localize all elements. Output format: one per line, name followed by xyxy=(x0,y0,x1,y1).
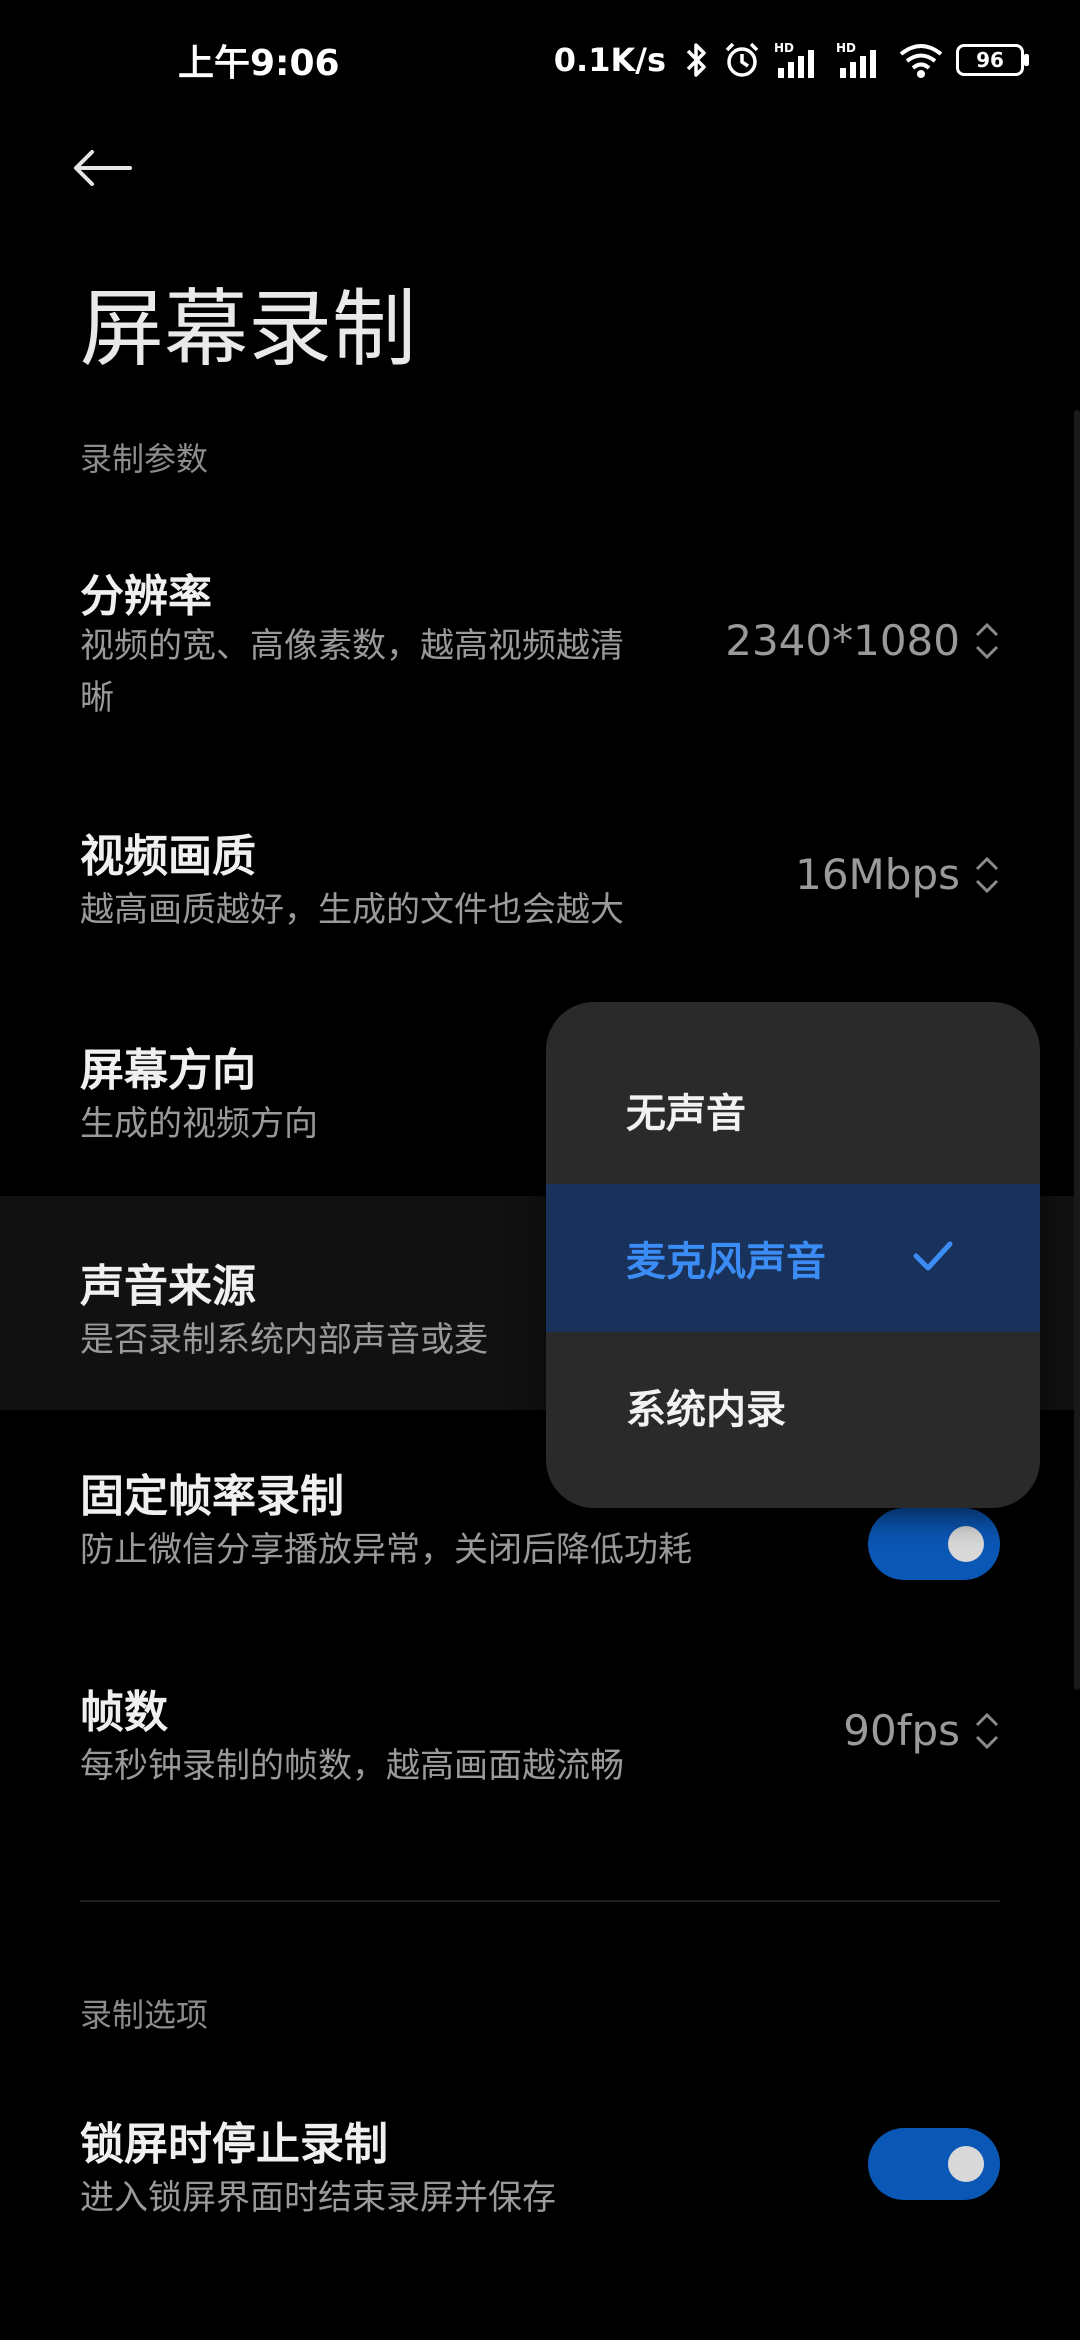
popup-option-label: 无声音 xyxy=(626,1091,746,1137)
section-title-params: 录制参数 xyxy=(80,440,209,478)
row-title: 固定帧率录制 xyxy=(80,1471,344,1522)
popup-option-label: 麦克风声音 xyxy=(626,1239,826,1285)
row-fps[interactable]: 帧数 每秒钟录制的帧数，越高画面越流畅 90fps xyxy=(0,1676,1080,1836)
quality-value: 16Mbps xyxy=(795,850,960,899)
row-value[interactable]: 90fps xyxy=(843,1706,1000,1755)
row-value[interactable]: 16Mbps xyxy=(795,850,1000,899)
bluetooth-icon xyxy=(686,43,706,77)
wifi-icon xyxy=(899,44,943,78)
signal-hd-icon: HD xyxy=(774,41,814,78)
row-lock-stop[interactable]: 锁屏时停止录制 进入锁屏界面时结束录屏并保存 xyxy=(0,2108,1080,2268)
svg-text:HD: HD xyxy=(774,41,794,55)
row-title: 锁屏时停止录制 xyxy=(80,2119,388,2170)
row-desc: 越高画质越好，生成的文件也会越大 xyxy=(80,890,624,930)
row-title: 屏幕方向 xyxy=(80,1045,256,1096)
row-title: 视频画质 xyxy=(80,831,256,882)
signal-hd-icon: HD xyxy=(836,41,876,78)
row-desc: 进入锁屏界面时结束录屏并保存 xyxy=(80,2178,556,2218)
popup-option-label: 系统内录 xyxy=(626,1387,786,1433)
fps-value: 90fps xyxy=(843,1706,960,1755)
section-divider xyxy=(80,1900,1000,1902)
row-title: 声音来源 xyxy=(80,1261,256,1312)
check-icon xyxy=(913,1241,953,1271)
section-title-options: 录制选项 xyxy=(80,1996,209,2034)
scrollbar[interactable] xyxy=(1074,410,1080,1690)
back-arrow-icon xyxy=(74,150,132,186)
row-desc-line1: 视频的宽、高像素数，越高视频越清 xyxy=(80,626,624,666)
row-desc: 每秒钟录制的帧数，越高画面越流畅 xyxy=(80,1746,624,1786)
row-value[interactable]: 2340*1080 xyxy=(725,616,1000,665)
row-desc: 防止微信分享播放异常，关闭后降低功耗 xyxy=(80,1530,692,1570)
audio-source-popup: 无声音 麦克风声音 系统内录 xyxy=(546,1002,1040,1508)
row-desc: 视频的宽、高像素数，越高视频越清 晰 xyxy=(80,620,624,724)
status-bar: 上午9:06 0.1K/s HD HD 96 xyxy=(0,0,1080,120)
alarm-icon xyxy=(725,42,759,77)
fixed-fps-toggle[interactable] xyxy=(868,1508,1000,1580)
toggle-knob xyxy=(948,2146,984,2182)
battery-icon: 96 xyxy=(956,44,1029,76)
row-title: 分辨率 xyxy=(80,571,212,622)
network-speed: 0.1K/s xyxy=(553,41,666,79)
toggle-knob xyxy=(948,1526,984,1562)
resolution-value: 2340*1080 xyxy=(725,616,960,665)
page-title: 屏幕录制 xyxy=(80,280,417,378)
row-desc: 生成的视频方向 xyxy=(80,1104,318,1144)
row-resolution[interactable]: 分辨率 视频的宽、高像素数，越高视频越清 晰 2340*1080 xyxy=(0,540,1080,740)
popup-option-mic[interactable]: 麦克风声音 xyxy=(546,1184,1040,1332)
status-time: 上午9:06 xyxy=(178,43,340,84)
row-title: 帧数 xyxy=(80,1687,168,1738)
status-icons: 0.1K/s HD HD 96 xyxy=(553,34,1029,86)
row-quality[interactable]: 视频画质 越高画质越好，生成的文件也会越大 16Mbps xyxy=(0,800,1080,960)
row-desc-line2: 晰 xyxy=(80,678,114,718)
chevron-updown-icon xyxy=(975,622,999,659)
svg-text:HD: HD xyxy=(836,41,856,55)
back-button[interactable] xyxy=(72,138,148,198)
battery-level: 96 xyxy=(976,48,1004,72)
row-desc: 是否录制系统内部声音或麦 xyxy=(80,1320,488,1360)
chevron-updown-icon xyxy=(975,1712,999,1749)
popup-option-system[interactable]: 系统内录 xyxy=(546,1332,1040,1480)
lock-stop-toggle[interactable] xyxy=(868,2128,1000,2200)
popup-option-none[interactable]: 无声音 xyxy=(546,1036,1040,1184)
chevron-updown-icon xyxy=(975,856,999,893)
